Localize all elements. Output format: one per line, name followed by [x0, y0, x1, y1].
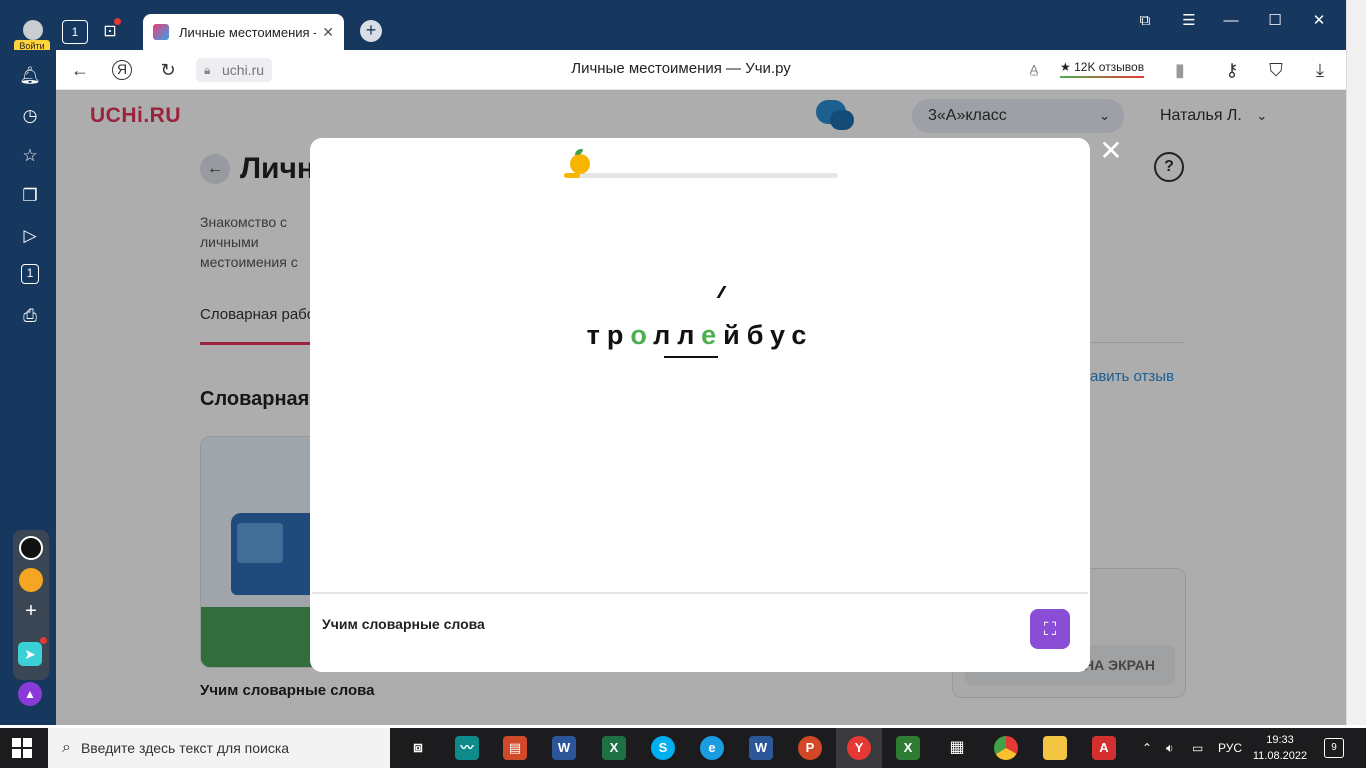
edge-icon[interactable]: e [700, 736, 724, 760]
calculator-icon[interactable]: ▦ [945, 736, 969, 760]
page-title: Личные местоимения — Учи.ру [571, 60, 791, 77]
minimize-icon[interactable]: — [1220, 10, 1242, 32]
apple-icon [570, 149, 590, 174]
language-indicator[interactable]: РУС [1218, 728, 1242, 768]
volume-icon[interactable]: 🔉︎ [1166, 728, 1174, 768]
modal-close-icon[interactable]: ✕ [1098, 137, 1124, 166]
window-close-icon[interactable]: ✕ [1308, 10, 1330, 32]
powerpoint-icon[interactable]: P [798, 736, 822, 760]
word-part: лл [653, 320, 702, 350]
history-icon[interactable]: ◷ [18, 104, 42, 128]
tab-close-icon[interactable]: ✕ [322, 24, 334, 41]
highlighted-letter: е [701, 320, 724, 350]
stress-mark [716, 286, 727, 298]
maximize-icon[interactable]: ☐ [1264, 10, 1286, 32]
alice-app-icon[interactable] [19, 536, 43, 560]
notification-dot [114, 18, 121, 25]
excel-icon[interactable]: X [602, 736, 626, 760]
excel-icon[interactable]: X [896, 736, 920, 760]
yandex-browser-icon[interactable]: Y [847, 736, 871, 760]
word-part: йбус [723, 320, 814, 350]
collections-icon[interactable]: ❐ [18, 184, 42, 208]
browser-tab-bar: Войти 1 ⊡ Личные местоимения - Учи.ру ✕ … [0, 0, 1346, 52]
present-button[interactable]: ⛶ [1030, 609, 1070, 649]
file-explorer-icon[interactable] [1043, 736, 1067, 760]
menu-icon[interactable]: ☰ [1178, 10, 1200, 32]
site-favicon-icon [153, 24, 169, 40]
tabs-menu-icon[interactable]: ⧉ [1134, 10, 1156, 32]
exercise-modal: троллейбус Учим словарные слова ⛶ [310, 138, 1090, 672]
new-tab-button[interactable]: + [360, 20, 382, 42]
skype-icon[interactable]: S [651, 736, 675, 760]
progress-bar [564, 173, 838, 178]
protect-icon[interactable]: ⛉ [1264, 58, 1288, 82]
home-tab-icon[interactable]: 1 [62, 20, 88, 44]
battery-icon[interactable]: ▭ [1192, 728, 1203, 768]
active-tab[interactable]: Личные местоимения - Учи.ру ✕ [143, 14, 344, 50]
messenger-icon[interactable]: ➤ [18, 642, 42, 666]
clock-date: 11.08.2022 [1252, 750, 1308, 762]
chrome-icon[interactable] [994, 736, 1018, 760]
user-avatar-icon [23, 20, 43, 40]
page-scrollbar[interactable] [1346, 0, 1366, 725]
sidebar-counter-icon[interactable]: 1 [21, 264, 39, 284]
modal-footer-title: Учим словарные слова [322, 616, 485, 632]
download-icon[interactable]: ⤓ [1308, 58, 1332, 82]
add-app-icon[interactable]: + [19, 600, 43, 624]
search-icon: ⌕ [62, 739, 71, 756]
bookmark-icon[interactable]: ▮ [1168, 58, 1192, 82]
word-part: тр [586, 320, 631, 350]
url-field[interactable]: 🔒︎ uchi.ru [196, 58, 273, 82]
back-icon[interactable]: ← [68, 58, 92, 82]
key-icon[interactable]: ⚷ [1220, 58, 1244, 82]
reload-icon[interactable]: ↻ [156, 58, 180, 82]
notifications-icon[interactable]: 9 [1324, 738, 1344, 758]
word-icon[interactable]: W [552, 736, 576, 760]
address-bar: ← Я ↻ 🔒︎ uchi.ru Личные местоимения — Уч… [56, 50, 1346, 90]
exercise-stage: троллейбус [312, 140, 1088, 594]
lock-icon: 🔒︎ [204, 63, 211, 77]
profile-button[interactable]: Войти [14, 20, 50, 52]
system-clock[interactable]: 19:33 11.08.2022 [1252, 732, 1308, 764]
acrobat-icon[interactable]: A [1092, 736, 1116, 760]
tab-title: Личные местоимения - Учи.ру [179, 24, 316, 40]
star-icon[interactable]: ☆ [18, 144, 42, 168]
yandex-icon[interactable]: Я [112, 60, 132, 80]
bell-icon[interactable]: 🔔︎ [18, 64, 42, 88]
alice-assistant-icon[interactable]: ▲ [18, 682, 42, 706]
app-icon[interactable]: ▤ [503, 736, 527, 760]
url-host: uchi.ru [222, 62, 265, 78]
reviews-link[interactable]: ★ 12K отзывов [1060, 60, 1145, 78]
tray-expand-icon[interactable]: ⌃ [1142, 728, 1152, 768]
app-icon[interactable]: 〰 [455, 736, 479, 760]
windows-start-icon[interactable] [12, 738, 32, 758]
translate-icon[interactable]: A̲ [1022, 58, 1046, 82]
market-app-icon[interactable] [19, 568, 43, 592]
vocabulary-word: троллейбус [312, 320, 1088, 351]
taskbar-search[interactable]: ⌕ Введите здесь текст для поиска [48, 728, 390, 768]
word-icon[interactable]: W [749, 736, 773, 760]
clock-time: 19:33 [1266, 734, 1294, 746]
browser-sidebar: 🔔︎ ◷ ☆ ❐ ▷ 1 ⎙ + ➤ ▲ [0, 50, 56, 725]
screenshot-icon[interactable]: ⎙ [18, 304, 42, 328]
highlighted-letter: о [630, 320, 654, 350]
add-app-badge [40, 637, 47, 644]
play-icon[interactable]: ▷ [18, 224, 42, 248]
task-view-icon[interactable]: ⧈ [406, 736, 430, 760]
windows-taskbar: ⌕ Введите здесь текст для поиска ⧈ 〰 ▤ W… [0, 728, 1366, 768]
search-placeholder: Введите здесь текст для поиска [80, 740, 290, 756]
double-letter-underline [664, 356, 718, 358]
